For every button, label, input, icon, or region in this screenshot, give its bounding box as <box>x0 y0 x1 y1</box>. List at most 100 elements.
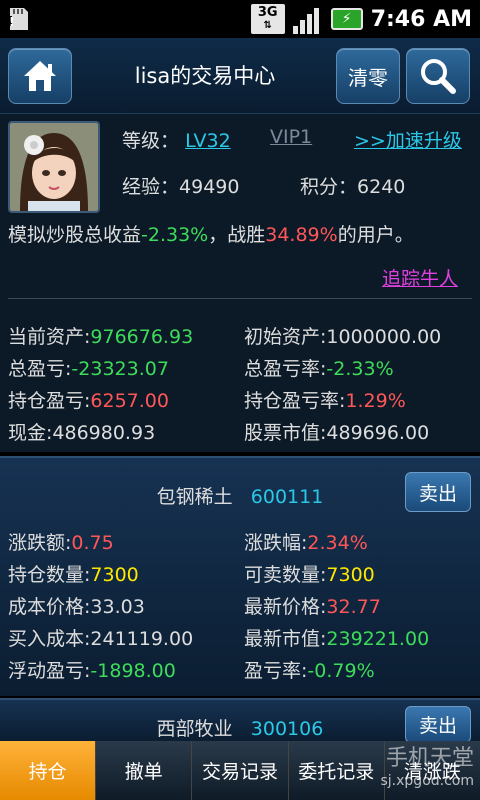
initial-assets: 初始资产:1000000.00 <box>244 322 441 349</box>
exp-label: 经验： <box>122 176 180 198</box>
stock-market-value-label: 股票市值: <box>244 422 327 444</box>
vip-link[interactable]: VIP1 <box>270 126 312 148</box>
pnl-rate: 盈亏率:-0.79% <box>244 656 375 683</box>
latest-price-label: 最新价格: <box>244 596 327 618</box>
avatar-image <box>10 123 98 211</box>
holding-quantity-label: 持仓数量: <box>8 564 91 586</box>
account-panel: 等级： LV32 VIP1 >>加速升级 经验：49490 积分：6240 模拟… <box>0 114 480 452</box>
floating-pnl: 浮动盈亏:-1898.00 <box>8 656 176 683</box>
latest-price: 最新价格:32.77 <box>244 592 381 619</box>
sell-button[interactable]: 卖出 <box>405 472 471 512</box>
floating-pnl-label: 浮动盈亏: <box>8 660 91 682</box>
pnl-rate-label: 盈亏率: <box>244 660 308 682</box>
floating-pnl-value: -1898.00 <box>90 660 176 682</box>
latest-market-value-label: 最新市值: <box>244 628 327 650</box>
stock-code: 300106 <box>250 718 324 740</box>
summary-return: -2.33% <box>141 224 209 246</box>
total-pnl-value: -23323.07 <box>71 358 169 380</box>
change-amount-label: 涨跌额: <box>8 532 72 554</box>
svg-text:!: ! <box>9 15 14 29</box>
signal-icon <box>292 4 323 34</box>
buy-cost-label: 买入成本: <box>8 628 91 650</box>
total-pnl-rate-label: 总盈亏率: <box>244 358 327 380</box>
sellable-quantity: 可卖数量:7300 <box>244 560 375 587</box>
position-pnl: 持仓盈亏:6257.00 <box>8 386 169 413</box>
position-pnl-value: 6257.00 <box>90 390 169 412</box>
stock-market-value: 股票市值:489696.00 <box>244 418 429 445</box>
app-header: lisa的交易中心 清零 <box>0 38 480 114</box>
track-link[interactable]: 追踪牛人 <box>382 264 458 291</box>
change-amount: 涨跌额:0.75 <box>8 528 114 555</box>
level-label: 等级： <box>122 130 180 152</box>
summary-suffix: 的用户。 <box>337 224 414 246</box>
tab-trade-records[interactable]: 交易记录 <box>192 741 289 800</box>
exp-row: 经验：49490 <box>122 172 239 199</box>
clock: 7:46 AM <box>370 6 472 32</box>
total-pnl-rate-value: -2.33% <box>326 358 394 380</box>
battery-charging-icon: ⚡ <box>330 8 363 30</box>
sd-card-warning-icon: ! <box>8 8 28 30</box>
points-value: 6240 <box>357 176 406 198</box>
cost-price-value: 33.03 <box>90 596 145 618</box>
tab-holdings[interactable]: 持仓 <box>0 741 97 800</box>
stock-name: 包钢稀土 <box>156 486 233 508</box>
position-pnl-rate: 持仓盈亏率:1.29% <box>244 386 406 413</box>
stock-name: 西部牧业 <box>156 718 233 740</box>
sellable-quantity-value: 7300 <box>326 564 375 586</box>
summary-prefix: 模拟炒股总收益 <box>8 224 142 246</box>
holding-card: 包钢稀土 600111 卖出 涨跌额:0.75 涨跌幅:2.34% 持仓数量:7… <box>0 456 480 696</box>
change-percent: 涨跌幅:2.34% <box>244 528 368 555</box>
clear-button[interactable]: 清零 <box>336 48 400 104</box>
tab-cancel-order[interactable]: 撤单 <box>96 741 193 800</box>
search-button[interactable] <box>406 48 470 104</box>
latest-market-value-value: 239221.00 <box>326 628 430 650</box>
current-assets-value: 976676.93 <box>90 326 194 348</box>
total-pnl: 总盈亏:-23323.07 <box>8 354 169 381</box>
tab-limit-up-down[interactable]: 清涨跌 <box>384 741 480 800</box>
holding-quantity: 持仓数量:7300 <box>8 560 139 587</box>
position-pnl-label: 持仓盈亏: <box>8 390 91 412</box>
points-label: 积分： <box>300 176 358 198</box>
current-assets: 当前资产:976676.93 <box>8 322 193 349</box>
initial-assets-value: 1000000.00 <box>326 326 442 348</box>
level-value[interactable]: LV32 <box>185 130 231 152</box>
change-amount-value: 0.75 <box>71 532 114 554</box>
upgrade-link[interactable]: >>加速升级 <box>354 126 462 153</box>
latest-price-value: 32.77 <box>326 596 381 618</box>
summary-beat-pct: 34.89% <box>265 224 338 246</box>
search-icon <box>421 59 456 94</box>
home-icon <box>24 61 56 91</box>
buy-cost-value: 241119.00 <box>90 628 194 650</box>
latest-market-value: 最新市值:239221.00 <box>244 624 429 651</box>
initial-assets-label: 初始资产: <box>244 326 327 348</box>
summary-text: 模拟炒股总收益-2.33%，战胜34.89%的用户。 <box>8 220 414 247</box>
summary-mid: ，战胜 <box>208 224 266 246</box>
cash-label: 现金: <box>8 422 53 444</box>
divider <box>8 298 472 299</box>
cost-price: 成本价格:33.03 <box>8 592 145 619</box>
position-pnl-rate-label: 持仓盈亏率: <box>244 390 346 412</box>
page-title: lisa的交易中心 <box>134 64 276 88</box>
cash-value: 486980.93 <box>52 422 156 444</box>
sellable-quantity-label: 可卖数量: <box>244 564 327 586</box>
network-3g-icon: 3G ⇅ <box>250 4 285 34</box>
total-pnl-label: 总盈亏: <box>8 358 72 380</box>
change-percent-label: 涨跌幅: <box>244 532 308 554</box>
stock-market-value-value: 489696.00 <box>326 422 430 444</box>
pnl-rate-value: -0.79% <box>307 660 375 682</box>
tab-order-records[interactable]: 委托记录 <box>288 741 385 800</box>
buy-cost: 买入成本:241119.00 <box>8 624 193 651</box>
exp-value: 49490 <box>179 176 240 198</box>
position-pnl-rate-value: 1.29% <box>345 390 406 412</box>
total-pnl-rate: 总盈亏率:-2.33% <box>244 354 394 381</box>
change-percent-value: 2.34% <box>307 532 368 554</box>
cost-price-label: 成本价格: <box>8 596 91 618</box>
home-button[interactable] <box>8 48 72 104</box>
avatar[interactable] <box>8 121 100 213</box>
bottom-tab-bar: 持仓 撤单 交易记录 委托记录 清涨跌 <box>0 741 480 800</box>
points-row: 积分：6240 <box>300 172 405 199</box>
sell-button[interactable]: 卖出 <box>405 706 471 743</box>
status-bar: ! 3G ⇅ ⚡ 7:46 AM <box>0 0 480 38</box>
stock-code: 600111 <box>250 486 324 508</box>
level-row: 等级： LV32 <box>122 126 231 153</box>
